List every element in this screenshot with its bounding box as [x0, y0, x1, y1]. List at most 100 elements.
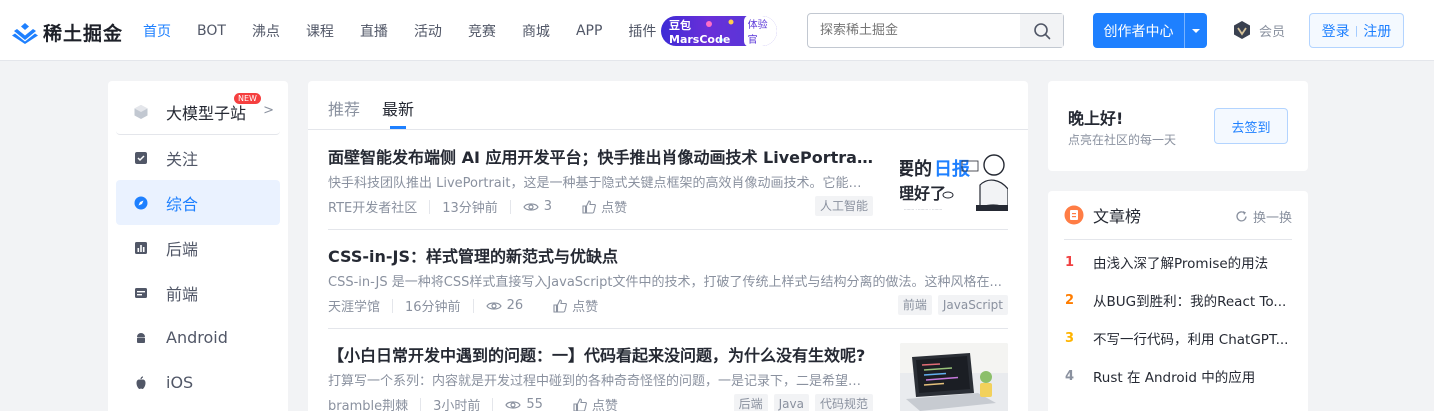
greeting-text: 晚上好!: [1068, 109, 1124, 128]
article-meta: RTE开发者社区 13分钟前 3 点赞: [328, 197, 627, 216]
meta-divider: [420, 397, 422, 411]
creator-center-button[interactable]: 创作者中心: [1093, 13, 1207, 48]
promo-badge: 体验官: [743, 16, 777, 46]
article-title[interactable]: 【小白日常开发中遇到的问题：一】代码看起来没问题，为什么没有生效呢?: [328, 342, 873, 366]
top-header: 稀土掘金 首页 BOT 沸点 课程 直播 活动 竞赛 商城 APP 插件 豆包M…: [0, 0, 1434, 61]
rank-text[interactable]: Rust 在 Android 中的应用: [1093, 366, 1292, 386]
nav-plugins[interactable]: 插件: [628, 21, 656, 41]
rank-item[interactable]: 1 由浅入深了解Promise的用法: [1064, 243, 1292, 281]
sidebar-item-llm-site[interactable]: 大模型子站 NEW >: [116, 89, 280, 135]
vip-link[interactable]: 会员: [1232, 20, 1285, 40]
refresh-button[interactable]: 换一换: [1235, 207, 1292, 226]
sidebar-item-android[interactable]: Android: [116, 315, 280, 360]
rank-number: 3: [1065, 330, 1075, 346]
nav-app[interactable]: APP: [576, 23, 602, 39]
rank-text[interactable]: 由浅入深了解Promise的用法: [1093, 252, 1292, 272]
nav-events[interactable]: 活动: [414, 21, 442, 41]
frontend-icon: [133, 285, 149, 301]
sidebar-item-backend[interactable]: 后端: [116, 225, 280, 270]
rank-icon: [1064, 205, 1084, 225]
article-time: 13分钟前: [442, 201, 498, 216]
article-thumbnail[interactable]: 要的 日报 理好了 ········ · ········ · ········: [900, 145, 1008, 217]
rank-item[interactable]: 3 不写一行代码，利用 ChatGPT...: [1064, 319, 1292, 357]
like-label[interactable]: 点赞: [592, 395, 618, 411]
eye-icon: [523, 201, 539, 213]
article-title[interactable]: 面壁智能发布端侧 AI 应用开发平台；快手推出肖像动画技术 LivePortra…: [328, 144, 873, 168]
article-thumbnail[interactable]: [900, 343, 1008, 411]
sidebar-item-label: 关注: [166, 149, 199, 169]
article-author[interactable]: 天涯学馆: [328, 296, 380, 315]
like-label[interactable]: 点赞: [572, 296, 598, 315]
backend-icon: [133, 240, 149, 256]
article-tag[interactable]: Java: [773, 394, 809, 411]
article-tag[interactable]: JavaScript: [937, 295, 1008, 315]
search-box: [807, 13, 1064, 48]
nav-bot[interactable]: BOT: [197, 23, 226, 39]
android-icon: [133, 330, 149, 346]
nav-courses[interactable]: 课程: [306, 21, 334, 41]
article-author[interactable]: RTE开发者社区: [328, 197, 417, 216]
rank-number: 4: [1065, 368, 1075, 384]
main-nav: 首页 BOT 沸点 课程 直播 活动 竞赛 商城 APP 插件: [143, 0, 682, 61]
rank-text[interactable]: 从BUG到胜利：我的React To...: [1093, 290, 1292, 310]
search-button[interactable]: [1020, 14, 1063, 47]
vip-label: 会员: [1259, 24, 1286, 40]
article-views: 3: [543, 199, 553, 214]
article-item[interactable]: 【小白日常开发中遇到的问题：一】代码看起来没问题，为什么没有生效呢? 打算写一个…: [328, 329, 1008, 411]
article-item[interactable]: CSS-in-JS：样式管理的新范式与优缺点 CSS-in-JS 是一种将CSS…: [328, 230, 1008, 329]
article-meta: 天涯学馆 16分钟前 26 点赞: [328, 296, 598, 315]
article-title[interactable]: CSS-in-JS：样式管理的新范式与优缺点: [328, 243, 1008, 267]
article-tag[interactable]: 人工智能: [814, 196, 873, 216]
thumbs-up-icon[interactable]: [553, 298, 568, 313]
creator-center-label: 创作者中心: [1103, 23, 1174, 40]
nav-shop[interactable]: 商城: [522, 21, 550, 41]
article-time: 3小时前: [433, 399, 481, 411]
register-label[interactable]: 注册: [1363, 21, 1391, 41]
rank-item[interactable]: 4 Rust 在 Android 中的应用: [1064, 357, 1292, 395]
nav-contest[interactable]: 竞赛: [468, 21, 496, 41]
login-register-button[interactable]: 登录 | 注册: [1309, 13, 1404, 48]
article-item[interactable]: 面壁智能发布端侧 AI 应用开发平台；快手推出肖像动画技术 LivePortra…: [328, 131, 1008, 230]
article-author[interactable]: bramble荆棘: [328, 395, 408, 411]
cube-icon: [133, 104, 149, 120]
article-tag[interactable]: 后端: [733, 394, 768, 411]
article-tags: 前端 JavaScript: [892, 295, 1008, 315]
article-views: 26: [506, 298, 524, 313]
compass-icon: [133, 195, 149, 211]
sidebar-item-label: 后端: [166, 239, 199, 259]
article-rank-card: 文章榜 换一换 1 由浅入深了解Promise的用法 2 从BUG到胜利：我的R…: [1048, 191, 1308, 411]
login-label[interactable]: 登录: [1322, 21, 1350, 41]
vip-icon: [1234, 21, 1250, 39]
sidebar-item-frontend[interactable]: 前端: [116, 270, 280, 315]
daily-report-image: 要的 日报 理好了 ········ · ········ · ········: [900, 145, 1008, 217]
thumbs-up-icon[interactable]: [582, 199, 596, 214]
signin-button[interactable]: 去签到: [1214, 108, 1288, 144]
thumbs-up-icon[interactable]: [573, 397, 587, 411]
site-logo[interactable]: 稀土掘金: [12, 19, 123, 46]
rank-text[interactable]: 不写一行代码，利用 ChatGPT...: [1093, 328, 1292, 348]
like-label[interactable]: 点赞: [601, 197, 627, 216]
refresh-label: 换一换: [1252, 211, 1292, 226]
marscode-promo-banner[interactable]: 豆包MarsCode 体验官: [661, 16, 777, 46]
nav-home[interactable]: 首页: [143, 21, 171, 41]
article-abstract: CSS-in-JS 是一种将CSS样式直接写入JavaScript文件中的技术，…: [328, 275, 1002, 290]
sidebar-item-label: 大模型子站: [166, 103, 247, 123]
search-input[interactable]: [808, 14, 1020, 47]
nav-pins[interactable]: 沸点: [252, 21, 280, 41]
sidebar-item-general[interactable]: 综合: [116, 180, 280, 225]
tab-latest[interactable]: 最新: [382, 81, 414, 129]
article-tag[interactable]: 代码规范: [814, 394, 873, 411]
sidebar-item-ios[interactable]: iOS: [116, 360, 280, 405]
meta-divider: [392, 298, 394, 313]
rank-item[interactable]: 2 从BUG到胜利：我的React To...: [1064, 281, 1292, 319]
article-views: 55: [526, 397, 543, 411]
meta-divider: [429, 199, 431, 214]
chevron-down-icon[interactable]: [1185, 28, 1207, 34]
article-tag[interactable]: 前端: [897, 295, 932, 315]
sidebar-item-follow[interactable]: 关注: [116, 135, 280, 180]
logo-icon: [12, 22, 38, 44]
article-tags: 人工智能: [809, 196, 873, 216]
nav-live[interactable]: 直播: [360, 21, 388, 41]
tab-recommended[interactable]: 推荐: [328, 81, 360, 129]
rank-number: 1: [1065, 254, 1075, 270]
